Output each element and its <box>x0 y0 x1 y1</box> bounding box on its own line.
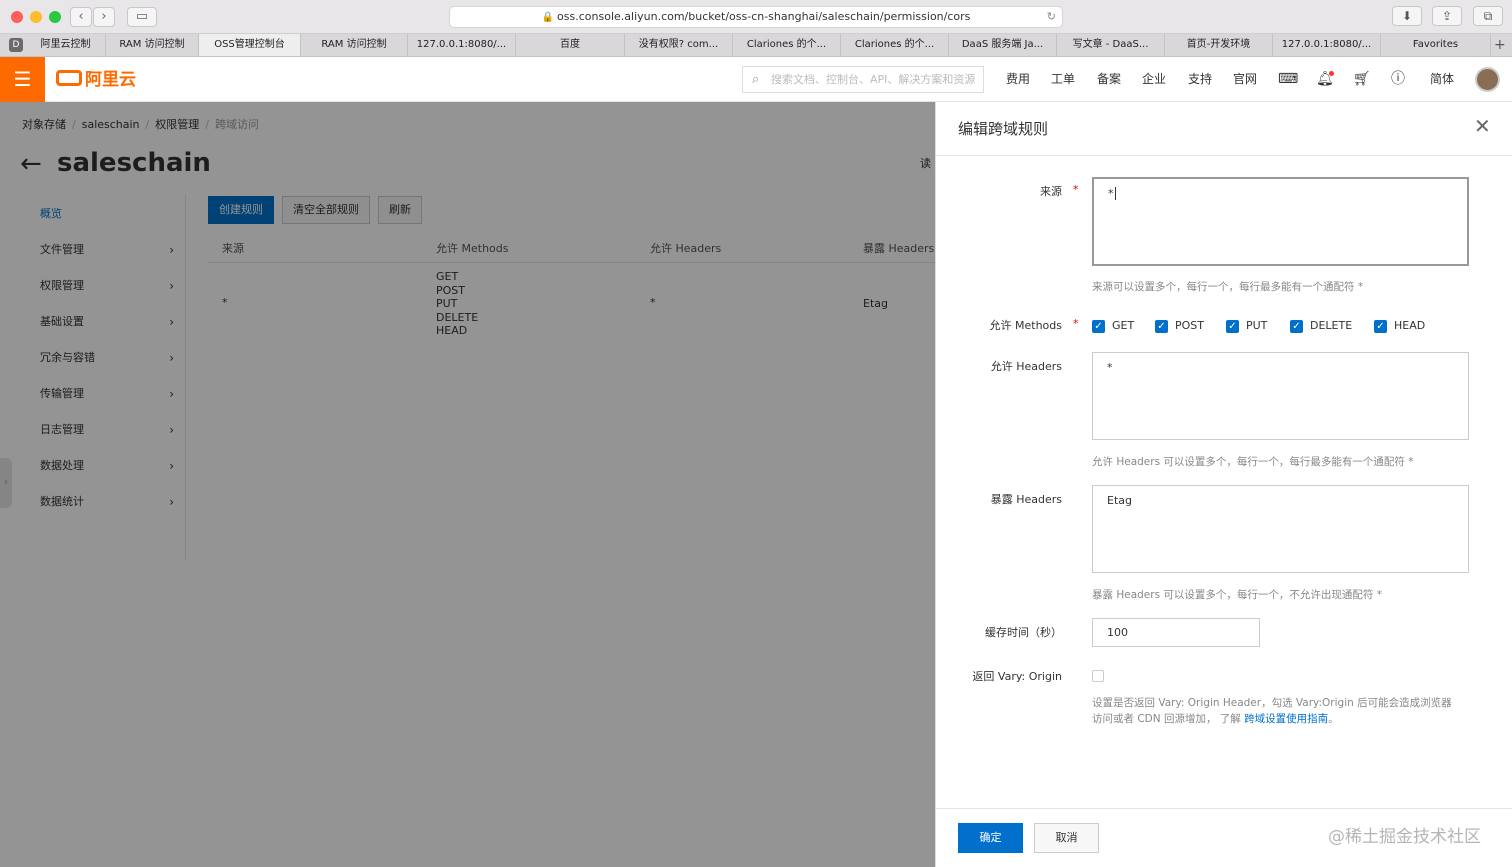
browser-tab[interactable]: RAM 访问控制 <box>106 34 199 56</box>
methods-label: 允许 Methods <box>989 319 1062 332</box>
nav-billing[interactable]: 费用 <box>1006 57 1030 102</box>
console-search-input[interactable]: ⌕ 搜索文档、控制台、API、解决方案和资源 <box>742 66 984 93</box>
allow-headers-hint: 允许 Headers 可以设置多个，每行一个，每行最多能有一个通配符 * <box>1092 456 1414 468</box>
required-mark: * <box>1073 183 1079 196</box>
browser-tab[interactable]: 写文章 - DaaS... <box>1057 34 1165 56</box>
origin-label: 来源 <box>1040 185 1062 198</box>
back-nav-icon[interactable]: ‹ <box>70 7 92 27</box>
address-bar[interactable]: 🔒 oss.console.aliyun.com/bucket/oss-cn-sh… <box>449 6 1063 28</box>
cart-icon[interactable]: 🛒︎ <box>1353 57 1371 102</box>
tab-favicon: D <box>9 38 23 52</box>
close-window-icon[interactable] <box>11 11 23 23</box>
share-icon[interactable]: ⇪ <box>1432 6 1462 26</box>
divider <box>936 808 1512 809</box>
nav-support[interactable]: 支持 <box>1188 57 1212 102</box>
reload-icon[interactable]: ↻ <box>1047 7 1056 27</box>
terminal-icon[interactable]: ⌨ <box>1278 57 1298 102</box>
method-put-checkbox[interactable]: ✓ PUT <box>1226 318 1267 334</box>
method-delete-checkbox[interactable]: ✓ DELETE <box>1290 318 1352 334</box>
browser-toolbar: ‹ › ▭ 🔒 oss.console.aliyun.com/bucket/oss… <box>0 0 1512 34</box>
bell-icon[interactable]: 🔔︎ <box>1316 57 1334 102</box>
origin-hint: 来源可以设置多个，每行一个，每行最多能有一个通配符 * <box>1092 281 1364 293</box>
vary-origin-label: 返回 Vary: Origin <box>972 670 1062 683</box>
browser-tab[interactable]: 百度 <box>516 34 625 56</box>
method-head-checkbox[interactable]: ✓ HEAD <box>1374 318 1425 334</box>
browser-tab[interactable]: Clariones 的个... <box>733 34 841 56</box>
sidebar-toggle-icon[interactable]: ▭ <box>127 7 157 27</box>
minimize-window-icon[interactable] <box>30 11 42 23</box>
required-mark: * <box>1073 317 1079 330</box>
aliyun-logo[interactable]: 阿里云 <box>56 69 136 91</box>
method-get-checkbox[interactable]: ✓ GET <box>1092 318 1134 334</box>
confirm-button[interactable]: 确定 <box>958 823 1023 853</box>
vary-origin-checkbox[interactable] <box>1092 670 1104 682</box>
browser-tab[interactable]: 没有权限? com... <box>625 34 733 56</box>
watermark: @稀土掘金技术社区 <box>1328 827 1481 847</box>
browser-tab[interactable]: Clariones 的个... <box>841 34 949 56</box>
search-placeholder: 搜索文档、控制台、API、解决方案和资源 <box>771 73 976 86</box>
browser-tab[interactable]: 127.0.0.1:8080/... <box>1273 34 1381 56</box>
help-icon[interactable]: ⓘ <box>1391 57 1405 102</box>
cache-time-input[interactable]: 100 <box>1092 618 1260 647</box>
console-header: ☰ 阿里云 ⌕ 搜索文档、控制台、API、解决方案和资源 费用 工单 备案 企业… <box>0 57 1512 102</box>
forward-nav-icon[interactable]: › <box>93 7 115 27</box>
tabs-overview-icon[interactable]: ⧉ <box>1473 6 1503 26</box>
nav-icp[interactable]: 备案 <box>1097 57 1121 102</box>
check-icon: ✓ <box>1092 320 1105 333</box>
browser-tab[interactable]: DaaS 服务端 Ja... <box>949 34 1057 56</box>
expose-headers-textarea[interactable]: Etag <box>1092 485 1469 573</box>
tab-bar: D 阿里云控制 RAM 访问控制 OSS管理控制台 RAM 访问控制 127.0… <box>0 34 1512 57</box>
search-icon: ⌕ <box>752 72 760 87</box>
hamburger-menu-icon[interactable]: ☰ <box>0 57 45 102</box>
download-icon[interactable]: ⬇ <box>1392 6 1422 26</box>
browser-tab-active[interactable]: OSS管理控制台 <box>199 34 301 56</box>
method-post-checkbox[interactable]: ✓ POST <box>1155 318 1204 334</box>
vary-origin-hint: 设置是否返回 Vary: Origin Header，勾选 Vary:Origi… <box>1092 697 1452 725</box>
browser-tab-favorites[interactable]: Favorites <box>1381 34 1491 56</box>
lock-icon: 🔒 <box>541 12 555 23</box>
nav-tickets[interactable]: 工单 <box>1051 57 1075 102</box>
expose-headers-hint: 暴露 Headers 可以设置多个，每行一个，不允许出现通配符 * <box>1092 589 1382 601</box>
check-icon: ✓ <box>1374 320 1387 333</box>
url-text: oss.console.aliyun.com/bucket/oss-cn-sha… <box>557 10 971 23</box>
new-tab-icon[interactable]: + <box>1494 34 1506 56</box>
browser-tab[interactable]: 127.0.0.1:8080/... <box>408 34 516 56</box>
expose-headers-label: 暴露 Headers <box>990 493 1062 506</box>
dialog-title: 编辑跨域规则 <box>958 120 1049 138</box>
check-icon: ✓ <box>1155 320 1168 333</box>
check-icon: ✓ <box>1226 320 1239 333</box>
language-switch[interactable]: 简体 <box>1430 57 1454 102</box>
cache-time-label: 缓存时间（秒） <box>985 626 1062 639</box>
modal-overlay[interactable] <box>0 102 935 867</box>
cors-guide-link[interactable]: 跨域设置使用指南 <box>1244 713 1328 725</box>
cancel-button[interactable]: 取消 <box>1034 823 1099 853</box>
nav-enterprise[interactable]: 企业 <box>1142 57 1166 102</box>
zoom-window-icon[interactable] <box>49 11 61 23</box>
edit-cors-rule-drawer: 编辑跨域规则 ✕ 来源 * * 来源可以设置多个，每行一个，每行最多能有一个通配… <box>935 102 1512 867</box>
close-icon[interactable]: ✕ <box>1474 116 1491 136</box>
allow-headers-label: 允许 Headers <box>990 360 1062 373</box>
browser-tab[interactable]: 阿里云控制 <box>26 34 106 56</box>
divider <box>936 155 1512 156</box>
notification-dot <box>1329 71 1334 76</box>
allow-headers-textarea[interactable]: * <box>1092 352 1469 440</box>
origin-textarea[interactable]: * <box>1092 177 1469 266</box>
browser-tab[interactable]: RAM 访问控制 <box>301 34 408 56</box>
nav-official-site[interactable]: 官网 <box>1233 57 1257 102</box>
avatar[interactable] <box>1475 67 1500 92</box>
browser-tab[interactable]: 首页-开发环境 <box>1165 34 1273 56</box>
check-icon: ✓ <box>1290 320 1303 333</box>
